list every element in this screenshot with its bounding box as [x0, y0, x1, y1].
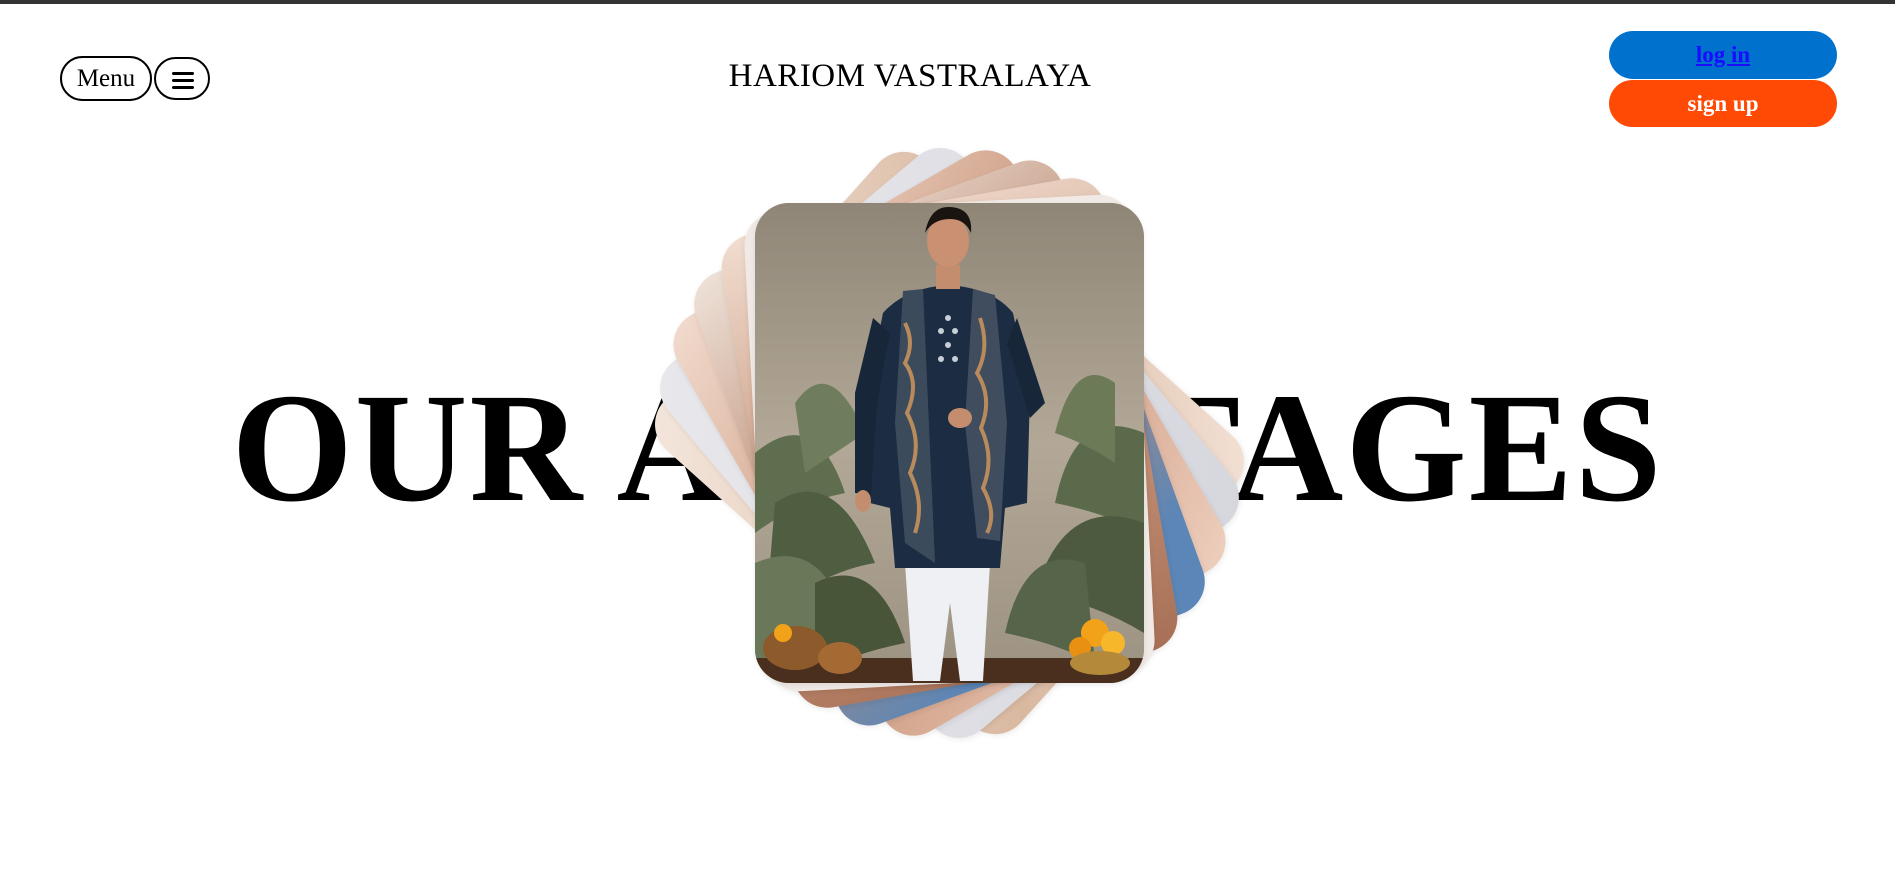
hero-heading-left: OUR A: [231, 361, 732, 534]
brand-title: HARIOM VASTRALAYA: [728, 58, 1092, 94]
top-border: [0, 0, 1895, 4]
product-card-stack[interactable]: [640, 134, 1259, 752]
hamburger-button[interactable]: [154, 57, 210, 100]
hamburger-menu-icon: [172, 72, 194, 89]
featured-product-image[interactable]: [755, 203, 1144, 683]
page: Menu HARIOM VASTRALAYA log in sign up OU…: [0, 0, 1895, 875]
menu-button[interactable]: Menu: [60, 56, 152, 101]
signup-button[interactable]: sign up: [1609, 80, 1837, 127]
kurta-model-illustration: [755, 203, 1144, 683]
login-button[interactable]: log in: [1609, 31, 1837, 79]
